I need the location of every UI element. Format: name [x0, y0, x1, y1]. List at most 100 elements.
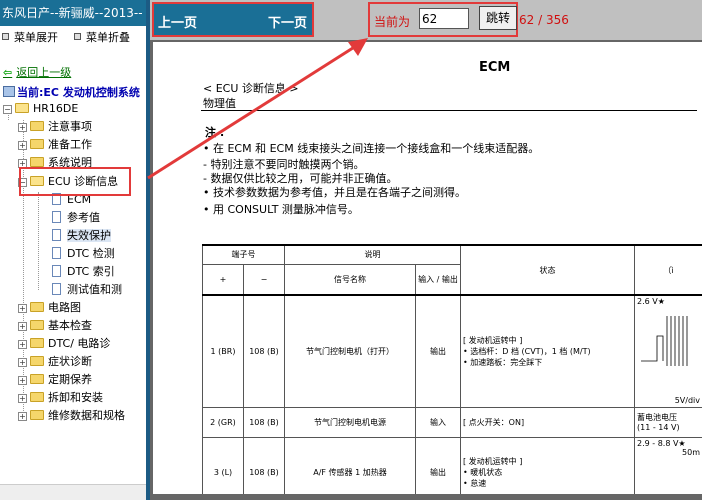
scale-label: 50m	[682, 447, 700, 457]
cell-plus: 1 (BR)	[202, 294, 244, 408]
cell-io: 输出	[415, 294, 461, 408]
folder-icon	[30, 338, 44, 348]
page-number-input[interactable]	[419, 8, 469, 29]
expand-menu-button[interactable]: 菜单展开	[2, 29, 58, 45]
waveform-graph	[641, 316, 688, 366]
tree-item-label: 拆卸和安装	[48, 391, 103, 404]
cell-minus: 108 (B)	[243, 406, 285, 438]
page-count: 62 / 356	[519, 13, 569, 27]
state-line: • 暖机状态	[463, 467, 503, 477]
document-icon	[52, 283, 61, 295]
tree-leaf-dtc-detection[interactable]: DTC 检测	[52, 245, 115, 263]
folder-icon	[30, 410, 44, 420]
tree-item-dtc-circuit-diagnosis[interactable]: + DTC/ 电路诊	[18, 335, 110, 353]
state-line: • 怠速	[463, 478, 487, 488]
horizontal-scrollbar[interactable]	[0, 484, 146, 500]
tree-leaf-label: 测试值和测	[67, 283, 122, 296]
folder-icon	[30, 356, 44, 366]
tree-item-wiring-diagram[interactable]: + 电路图	[18, 299, 81, 317]
state-line: • 选档杆：D 档 (CVT)，1 档 (M/T)	[463, 346, 591, 356]
reference-value: 蓄电池电压	[637, 413, 677, 422]
tree-root[interactable]: − HR16DE	[3, 100, 78, 118]
tree-item-label: 维修数据和规格	[48, 409, 125, 422]
state-line: [ 发动机运转中 ]	[463, 335, 523, 345]
expand-toggle-icon[interactable]: +	[18, 358, 27, 367]
current-location-label: 当前:EC 发动机控制系统	[17, 86, 140, 99]
cell-reference: 2.6 V★ 5V/div	[634, 294, 702, 408]
tree-guide-line	[38, 192, 39, 290]
tree-item-label: 准备工作	[48, 138, 92, 151]
folder-icon	[30, 139, 44, 149]
table-row: 3 (L) 108 (B) A/F 传感器 1 加热器 输出 [ 发动机运转中 …	[202, 436, 702, 494]
menu-bar: 菜单展开 菜单折叠	[0, 28, 146, 46]
document-icon	[52, 265, 61, 277]
note-line: • 在 ECM 和 ECM 线束接头之间连接一个接线盒和一个线束适配器。	[203, 142, 540, 155]
cell-plus: 3 (L)	[202, 436, 244, 494]
tree-item-precautions[interactable]: + 注意事项	[18, 118, 92, 136]
cell-signal: 节气门控制电机电源	[284, 406, 416, 438]
subsection-title: 物理值	[203, 97, 236, 110]
tree-item-label: DTC/ 电路诊	[48, 337, 111, 350]
highlight-box	[19, 167, 131, 196]
expand-toggle-icon[interactable]: +	[18, 412, 27, 421]
current-location: 当前:EC 发动机控制系统	[3, 84, 140, 100]
tree-leaf-label: DTC 索引	[67, 265, 115, 278]
expand-toggle-icon[interactable]: +	[18, 376, 27, 385]
tree-item-periodic-maintenance[interactable]: + 定期保养	[18, 371, 92, 389]
folder-icon	[30, 392, 44, 402]
collapse-icon	[74, 33, 81, 40]
tree-item-basic-inspection[interactable]: + 基本检查	[18, 317, 92, 335]
folder-open-icon	[15, 103, 29, 113]
tree-leaf-dtc-index[interactable]: DTC 索引	[52, 263, 115, 281]
tree-item-symptom-diagnosis[interactable]: + 症状诊断	[18, 353, 92, 371]
cell-plus: 2 (GR)	[202, 406, 244, 438]
header-io: 输入 / 输出	[415, 263, 461, 296]
header-minus: −	[243, 263, 285, 296]
divider-line	[201, 110, 697, 111]
note-line: • 用 CONSULT 测量脉冲信号。	[203, 203, 359, 216]
terminal-table: 端子号 说明 状态 （ì + − 信号名称 输入 / 输出 1 (BR) 108…	[202, 244, 702, 494]
table-row: 2 (GR) 108 (B) 节气门控制电机电源 输入 [ 点火开关：ON] 蓄…	[202, 406, 702, 438]
state-line: [ 点火开关：ON]	[463, 417, 525, 427]
expand-toggle-icon[interactable]: +	[18, 304, 27, 313]
tree-item-label: 基本检查	[48, 319, 92, 332]
back-link[interactable]: ⇦ 返回上一级	[3, 64, 71, 80]
cell-minus: 108 (B)	[243, 294, 285, 408]
section-title: < ECU 诊断信息 >	[203, 82, 299, 95]
cell-signal: 节气门控制电机（打开）	[284, 294, 416, 408]
tree-item-removal-installation[interactable]: + 拆卸和安装	[18, 389, 103, 407]
back-link-label: 返回上一级	[16, 66, 72, 79]
tree-item-service-data[interactable]: + 维修数据和规格	[18, 407, 125, 425]
expand-toggle-icon[interactable]: +	[18, 394, 27, 403]
tree-item-preparation[interactable]: + 准备工作	[18, 136, 92, 154]
collapse-menu-button[interactable]: 菜单折叠	[74, 29, 130, 45]
next-page-button[interactable]: 下一页	[268, 12, 307, 31]
jump-button[interactable]: 跳转	[479, 6, 517, 30]
expand-toggle-icon[interactable]: +	[18, 340, 27, 349]
expand-toggle-icon[interactable]: +	[18, 141, 27, 150]
note-line: • 技术参数数据为参考值，并且是在各端子之间测得。	[203, 186, 466, 199]
collapse-toggle-icon[interactable]: −	[3, 105, 12, 114]
table-row: 1 (BR) 108 (B) 节气门控制电机（打开） 输出 [ 发动机运转中 ]…	[202, 294, 702, 408]
prev-page-button[interactable]: 上一页	[158, 12, 197, 31]
cell-reference: 2.9 - 8.8 V★ 50m	[634, 436, 702, 494]
document-icon	[52, 229, 61, 241]
page-navigation: 上一页 下一页	[152, 2, 314, 37]
expand-toggle-icon[interactable]: +	[18, 123, 27, 132]
header-signal-name: 信号名称	[284, 263, 416, 296]
tree-item-label: 定期保养	[48, 373, 92, 386]
cell-io: 输入	[415, 406, 461, 438]
header-description: 说明	[284, 244, 461, 265]
tree-leaf-label: 参考值	[67, 211, 100, 224]
navigation-sidebar: 东风日产--新骊威--2013-- 菜单展开 菜单折叠 ⇦ 返回上一级 当前:EC…	[0, 0, 146, 500]
cell-minus: 108 (B)	[243, 436, 285, 494]
tree-leaf-fail-safe[interactable]: 失效保护	[52, 227, 111, 245]
folder-icon	[30, 320, 44, 330]
state-line: [ 发动机运转中 ]	[463, 456, 523, 466]
tree-leaf-test-values[interactable]: 测试值和测	[52, 281, 122, 299]
folder-icon	[30, 121, 44, 131]
computer-icon	[3, 86, 15, 97]
tree-leaf-label: 失效保护	[67, 229, 111, 242]
tree-leaf-reference-value[interactable]: 参考值	[52, 209, 100, 227]
expand-toggle-icon[interactable]: +	[18, 322, 27, 331]
